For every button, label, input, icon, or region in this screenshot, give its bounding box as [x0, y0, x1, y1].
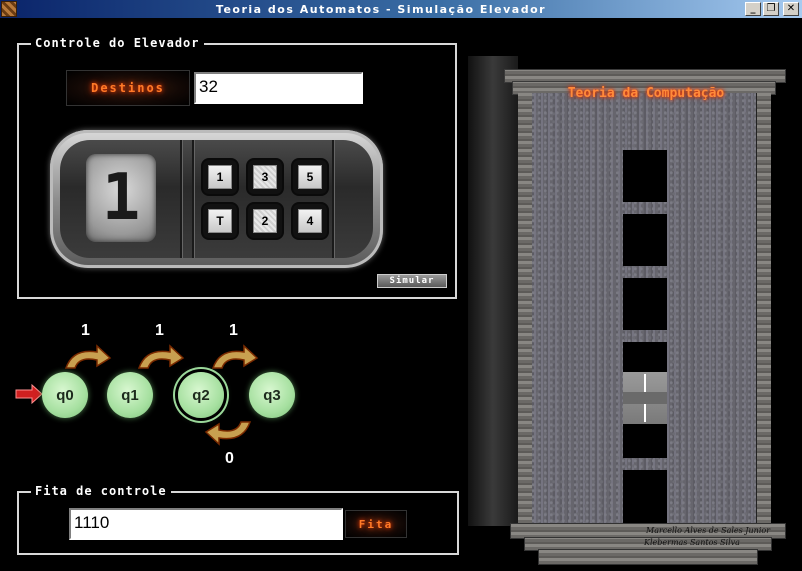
- floor-window-1: [623, 424, 667, 458]
- elevator-door-line-top: [644, 374, 646, 392]
- arc-arrow-icon: [211, 344, 259, 369]
- transition-label-q2-q3: 1: [229, 322, 238, 339]
- maximize-button[interactable]: ❐: [763, 2, 779, 16]
- loop-arrow-icon: [204, 421, 252, 446]
- building-sign: Teoria da Computação: [567, 86, 725, 101]
- key-t-label: T: [208, 209, 232, 233]
- fita-input[interactable]: 1110: [69, 508, 343, 540]
- transition-label-q0-q1: 1: [81, 322, 90, 339]
- key-3[interactable]: 3: [248, 160, 282, 194]
- key-2-label: 2: [253, 209, 277, 233]
- fita-button[interactable]: Fita: [345, 510, 407, 538]
- close-button[interactable]: ✕: [783, 2, 799, 16]
- app-icon[interactable]: [1, 1, 17, 17]
- key-4[interactable]: 4: [293, 204, 327, 238]
- destinos-button[interactable]: Destinos: [66, 70, 190, 106]
- key-5-label: 5: [298, 165, 322, 189]
- building-shadow: [468, 56, 518, 526]
- elevator-car: [623, 372, 667, 424]
- state-q3: q3: [249, 372, 295, 418]
- keypad-divider-right: [332, 140, 334, 258]
- floor-display: 1: [86, 154, 156, 242]
- state-q0: q0: [42, 372, 88, 418]
- floor-window-t: [623, 470, 667, 523]
- title-bar: Teoria dos Automatos - Simulação Elevado…: [0, 0, 802, 18]
- transition-label-q2-loop: 0: [225, 450, 234, 467]
- window-title: Teoria dos Automatos - Simulação Elevado…: [215, 2, 547, 16]
- state-q1: q1: [107, 372, 153, 418]
- simular-button[interactable]: Simular: [377, 274, 447, 288]
- floor-window-2: [623, 342, 667, 372]
- key-4-label: 4: [298, 209, 322, 233]
- building-view: Teoria da Computação Marcello Alves de S…: [468, 52, 788, 568]
- elevator-car-band: [623, 392, 667, 404]
- destinos-input[interactable]: 32: [194, 72, 363, 104]
- credits-line-1: Marcello Alves de Sales Junior: [646, 526, 771, 535]
- key-3-label: 3: [253, 165, 277, 189]
- floor-window-5: [623, 150, 667, 202]
- keypad-panel: 1 1 3 5 T 2 4: [60, 140, 373, 258]
- floor-window-3: [623, 278, 667, 330]
- fita-controle-title: Fita de controle: [31, 484, 171, 498]
- building-foundation: [538, 549, 758, 565]
- arc-arrow-icon: [137, 344, 185, 369]
- elevator-door-line-bottom: [644, 404, 646, 422]
- keypad-divider-inner: [192, 140, 194, 258]
- keypad-divider-left: [180, 140, 182, 258]
- minimize-button[interactable]: _: [745, 2, 761, 16]
- controle-elevador-title: Controle do Elevador: [31, 36, 204, 50]
- right-pillar: [756, 93, 771, 523]
- left-pillar: [518, 93, 533, 523]
- key-1-label: 1: [208, 165, 232, 189]
- transition-label-q1-q2: 1: [155, 322, 164, 339]
- credits-line-2: Klebermas Santos Silva: [644, 538, 740, 547]
- key-1[interactable]: 1: [203, 160, 237, 194]
- key-t[interactable]: T: [203, 204, 237, 238]
- arc-arrow-icon: [64, 344, 112, 369]
- state-q2: q2: [178, 372, 224, 418]
- key-5[interactable]: 5: [293, 160, 327, 194]
- floor-window-4: [623, 214, 667, 266]
- elevator-keypad: 1 1 3 5 T 2 4: [50, 130, 383, 268]
- key-2[interactable]: 2: [248, 204, 282, 238]
- start-arrow-icon: [15, 383, 43, 405]
